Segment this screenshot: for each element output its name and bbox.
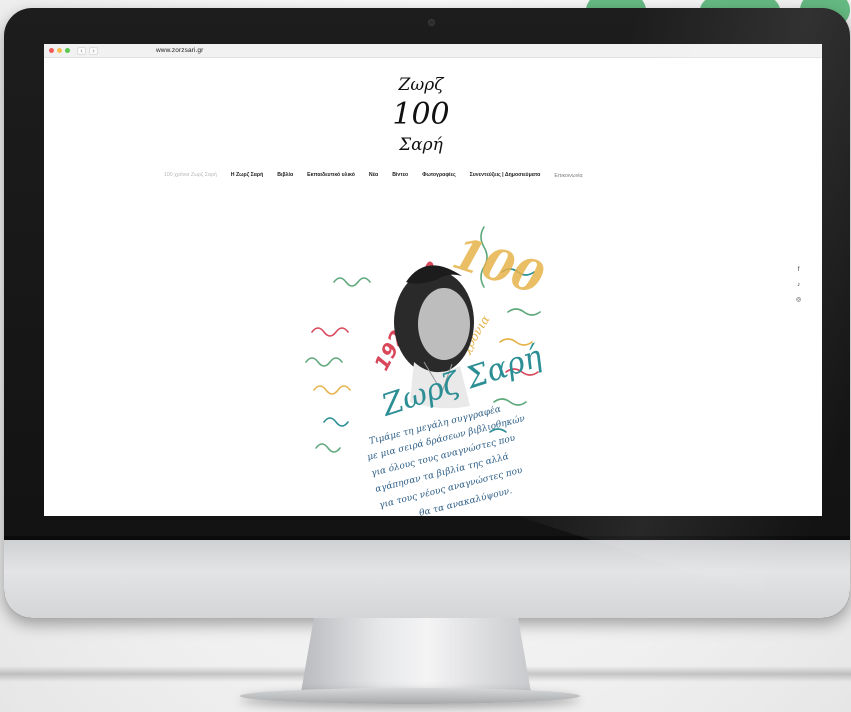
- monitor-chin: [4, 540, 850, 618]
- nav-link-photos[interactable]: Φωτογραφίες: [422, 172, 455, 178]
- monitor-stand: [300, 618, 532, 698]
- desktop-scene: ‹ › www.zorzsari.gr Ζωρζ 100 Σαρή 100 χρ…: [0, 0, 851, 712]
- forward-button[interactable]: ›: [89, 46, 98, 55]
- instagram-icon[interactable]: ◎: [796, 296, 801, 304]
- nav-link-news[interactable]: Νέα: [369, 172, 378, 178]
- nav-link-videos[interactable]: Βίντεο: [392, 172, 408, 178]
- nav-link-contact[interactable]: Επικοινωνία: [554, 173, 582, 179]
- screen: ‹ › www.zorzsari.gr Ζωρζ 100 Σαρή 100 χρ…: [44, 44, 822, 516]
- monitor: ‹ › www.zorzsari.gr Ζωρζ 100 Σαρή 100 χρ…: [4, 8, 850, 618]
- back-button[interactable]: ‹: [77, 46, 86, 55]
- monitor-stand-base: [240, 688, 580, 704]
- main-navigation: 100 χρόνια Ζωρζ Σαρή Η Ζωρζ Σαρή Βιβλία …: [164, 172, 582, 179]
- logo-text-bottom: Σαρή: [398, 135, 443, 155]
- nav-link-educational-material[interactable]: Εκπαιδευτικό υλικό: [307, 172, 355, 178]
- tiktok-icon[interactable]: ♪: [797, 281, 800, 289]
- nav-link-interviews[interactable]: Συνεντεύξεις | Δημοσιεύματα: [470, 172, 541, 178]
- logo-text-top: Ζωρζ: [398, 75, 446, 95]
- browser-toolbar: ‹ › www.zorzsari.gr: [44, 44, 822, 58]
- site-logo[interactable]: Ζωρζ 100 Σαρή: [386, 68, 456, 158]
- minimize-window-button[interactable]: [57, 48, 62, 53]
- webcam-icon: [428, 19, 435, 26]
- social-links: f ♪ ◎: [796, 266, 801, 304]
- nav-link-about[interactable]: Η Ζωρζ Σαρή: [231, 172, 263, 178]
- address-bar[interactable]: www.zorzsari.gr: [156, 44, 203, 58]
- nav-link-100-years[interactable]: 100 χρόνια Ζωρζ Σαρή: [164, 172, 217, 178]
- hero-illustration: 1923-2023 100 χρόνια Ζωρζ Σαρή Τιμάμε τη…: [305, 226, 550, 516]
- close-window-button[interactable]: [49, 48, 54, 53]
- facebook-icon[interactable]: f: [798, 266, 800, 274]
- nav-link-books[interactable]: Βιβλία: [277, 172, 293, 178]
- zoom-window-button[interactable]: [65, 48, 70, 53]
- logo-text-number: 100: [392, 97, 449, 132]
